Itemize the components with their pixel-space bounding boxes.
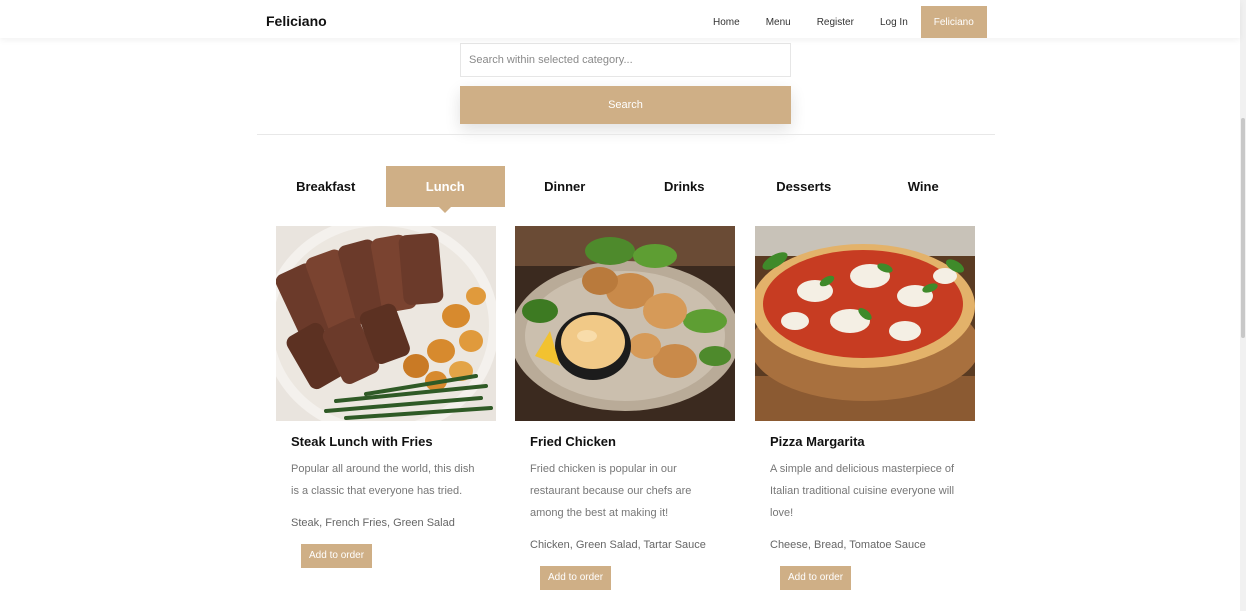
menu-card-steak: Steak Lunch with Fries Popular all aroun…	[276, 226, 496, 568]
tab-breakfast[interactable]: Breakfast	[266, 166, 386, 207]
tab-desserts[interactable]: Desserts	[744, 166, 864, 207]
search-button[interactable]: Search	[460, 86, 791, 124]
card-description: Fried chicken is popular in our restaura…	[530, 463, 692, 519]
scrollbar-thumb[interactable]	[1241, 118, 1245, 338]
menu-card-fried-chicken: Fried Chicken Fried chicken is popular i…	[515, 226, 735, 590]
tab-lunch[interactable]: Lunch	[385, 166, 505, 213]
fried-chicken-image	[515, 226, 735, 421]
tab-drinks[interactable]: Drinks	[625, 166, 745, 207]
card-ingredients: Cheese, Bread, Tomatoe Sauce	[770, 539, 926, 551]
tab-dinner[interactable]: Dinner	[505, 166, 625, 207]
brand-logo[interactable]: Feliciano	[266, 13, 327, 29]
card-ingredients: Chicken, Green Salad, Tartar Sauce	[530, 539, 706, 551]
search-input[interactable]	[460, 43, 791, 77]
card-ingredients: Steak, French Fries, Green Salad	[291, 517, 455, 529]
add-to-order-button[interactable]: Add to order	[780, 566, 852, 590]
nav-user-button[interactable]: Feliciano	[920, 6, 987, 38]
top-navbar: Feliciano Home Menu Register Log In Feli…	[0, 0, 1240, 38]
nav-login-link[interactable]: Log In	[867, 6, 921, 38]
card-title: Pizza Margarita	[770, 434, 865, 449]
pizza-image	[755, 226, 975, 421]
main-nav: Home Menu Register Log In Feliciano	[700, 6, 987, 38]
card-title: Fried Chicken	[530, 434, 616, 449]
steak-image	[276, 226, 496, 421]
card-description: A simple and delicious masterpiece of It…	[770, 463, 955, 519]
page-scrollbar[interactable]	[1240, 0, 1246, 611]
menu-card-pizza: Pizza Margarita A simple and delicious m…	[755, 226, 975, 590]
nav-home-link[interactable]: Home	[700, 6, 753, 38]
section-divider	[257, 134, 995, 135]
card-title: Steak Lunch with Fries	[291, 434, 433, 449]
card-description: Popular all around the world, this dish …	[291, 463, 475, 497]
nav-menu-link[interactable]: Menu	[753, 6, 804, 38]
add-to-order-button[interactable]: Add to order	[540, 566, 612, 590]
add-to-order-button[interactable]: Add to order	[301, 544, 373, 568]
category-tabs: Breakfast Lunch Dinner Drinks Desserts W…	[266, 166, 984, 213]
nav-register-link[interactable]: Register	[804, 6, 867, 38]
tab-wine[interactable]: Wine	[864, 166, 984, 207]
